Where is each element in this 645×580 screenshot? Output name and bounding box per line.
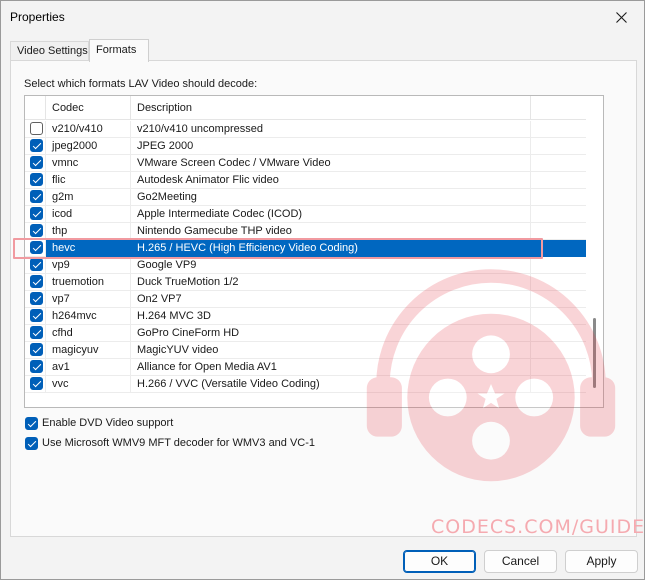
format-codec: vvc bbox=[46, 376, 131, 393]
format-codec: jpeg2000 bbox=[46, 138, 131, 155]
format-checkbox[interactable] bbox=[30, 292, 43, 305]
format-check-cell bbox=[25, 274, 46, 291]
title-bar: Properties bbox=[1, 1, 644, 33]
format-check-cell bbox=[25, 291, 46, 308]
format-empty-cell bbox=[531, 189, 587, 206]
format-empty-cell bbox=[531, 155, 587, 172]
format-description: JPEG 2000 bbox=[131, 138, 531, 155]
format-codec: cfhd bbox=[46, 325, 131, 342]
header-description[interactable]: Description bbox=[131, 96, 531, 120]
format-codec: magicyuv bbox=[46, 342, 131, 359]
format-check-cell bbox=[25, 257, 46, 274]
format-checkbox[interactable] bbox=[30, 343, 43, 356]
format-empty-cell bbox=[531, 172, 587, 189]
format-row-jpeg2000[interactable]: jpeg2000 JPEG 2000 bbox=[25, 138, 587, 155]
format-codec: vp7 bbox=[46, 291, 131, 308]
format-codec: flic bbox=[46, 172, 131, 189]
format-check-cell bbox=[25, 342, 46, 359]
format-codec: hevc bbox=[46, 240, 131, 257]
format-row-thp[interactable]: thp Nintendo Gamecube THP video bbox=[25, 223, 587, 240]
format-checkbox[interactable] bbox=[30, 241, 43, 254]
format-check-cell bbox=[25, 155, 46, 172]
cancel-button[interactable]: Cancel bbox=[484, 550, 557, 573]
format-check-cell bbox=[25, 359, 46, 376]
ok-button[interactable]: OK bbox=[403, 550, 476, 573]
format-checkbox[interactable] bbox=[30, 309, 43, 322]
format-check-cell bbox=[25, 308, 46, 325]
dvd-video-label: Enable DVD Video support bbox=[42, 417, 174, 429]
format-empty-cell bbox=[531, 121, 587, 138]
format-codec: thp bbox=[46, 223, 131, 240]
format-description: Go2Meeting bbox=[131, 189, 531, 206]
format-checkbox[interactable] bbox=[30, 207, 43, 220]
format-description: Autodesk Animator Flic video bbox=[131, 172, 531, 189]
format-codec: v210/v410 bbox=[46, 121, 131, 138]
format-codec: h264mvc bbox=[46, 308, 131, 325]
format-codec: truemotion bbox=[46, 274, 131, 291]
tab-formats[interactable]: Formats bbox=[89, 39, 149, 62]
format-empty-cell bbox=[531, 223, 587, 240]
format-description: v210/v410 uncompressed bbox=[131, 121, 531, 138]
format-check-cell bbox=[25, 121, 46, 138]
formats-instruction: Select which formats LAV Video should de… bbox=[24, 78, 258, 90]
format-description: Nintendo Gamecube THP video bbox=[131, 223, 531, 240]
format-check-cell bbox=[25, 223, 46, 240]
format-checkbox[interactable] bbox=[30, 139, 43, 152]
format-checkbox[interactable] bbox=[30, 224, 43, 237]
format-row-vmnc[interactable]: vmnc VMware Screen Codec / VMware Video bbox=[25, 155, 587, 172]
format-codec: icod bbox=[46, 206, 131, 223]
format-checkbox[interactable] bbox=[30, 275, 43, 288]
format-description: VMware Screen Codec / VMware Video bbox=[131, 155, 531, 172]
watermark-text: CODECS.COM/GUIDES bbox=[431, 516, 645, 538]
format-check-cell bbox=[25, 325, 46, 342]
format-row-v210-v410[interactable]: v210/v410 v210/v410 uncompressed bbox=[25, 121, 587, 138]
format-checkbox[interactable] bbox=[30, 326, 43, 339]
format-row-flic[interactable]: flic Autodesk Animator Flic video bbox=[25, 172, 587, 189]
format-check-cell bbox=[25, 189, 46, 206]
tab-video-settings[interactable]: Video Settings bbox=[10, 41, 89, 61]
format-check-cell bbox=[25, 206, 46, 223]
format-empty-cell bbox=[531, 206, 587, 223]
format-row-icod[interactable]: icod Apple Intermediate Codec (ICOD) bbox=[25, 206, 587, 223]
list-header: Codec Description bbox=[25, 96, 587, 120]
dvd-video-checkbox[interactable] bbox=[25, 416, 38, 430]
format-check-cell bbox=[25, 138, 46, 155]
format-checkbox[interactable] bbox=[30, 377, 43, 390]
format-codec: vp9 bbox=[46, 257, 131, 274]
format-check-cell bbox=[25, 172, 46, 189]
properties-window: Properties Video Settings Formats Select… bbox=[0, 0, 645, 580]
format-checkbox[interactable] bbox=[30, 360, 43, 373]
format-row-g2m[interactable]: g2m Go2Meeting bbox=[25, 189, 587, 206]
format-checkbox[interactable] bbox=[30, 156, 43, 169]
window-title: Properties bbox=[10, 10, 65, 24]
format-codec: av1 bbox=[46, 359, 131, 376]
format-codec: g2m bbox=[46, 189, 131, 206]
wmv9-mft-label: Use Microsoft WMV9 MFT decoder for WMV3 … bbox=[42, 437, 316, 449]
format-checkbox[interactable] bbox=[30, 258, 43, 271]
apply-button[interactable]: Apply bbox=[565, 550, 638, 573]
format-empty-cell bbox=[531, 138, 587, 155]
format-checkbox[interactable] bbox=[30, 122, 43, 135]
wmv9-mft-checkbox[interactable] bbox=[25, 436, 38, 450]
wmv9-mft-option[interactable]: Use Microsoft WMV9 MFT decoder for WMV3 … bbox=[25, 435, 315, 451]
close-icon bbox=[615, 11, 627, 23]
format-checkbox[interactable] bbox=[30, 190, 43, 203]
dvd-video-option[interactable]: Enable DVD Video support bbox=[25, 415, 173, 431]
format-description: Apple Intermediate Codec (ICOD) bbox=[131, 206, 531, 223]
header-codec[interactable]: Codec bbox=[46, 96, 131, 120]
formats-page: Select which formats LAV Video should de… bbox=[10, 60, 645, 538]
film-reel-watermark-icon bbox=[366, 269, 616, 482]
format-checkbox[interactable] bbox=[30, 173, 43, 186]
format-check-cell bbox=[25, 240, 46, 257]
format-check-cell bbox=[25, 376, 46, 393]
format-codec: vmnc bbox=[46, 155, 131, 172]
header-check-column[interactable] bbox=[25, 96, 46, 120]
close-button[interactable] bbox=[598, 1, 644, 33]
